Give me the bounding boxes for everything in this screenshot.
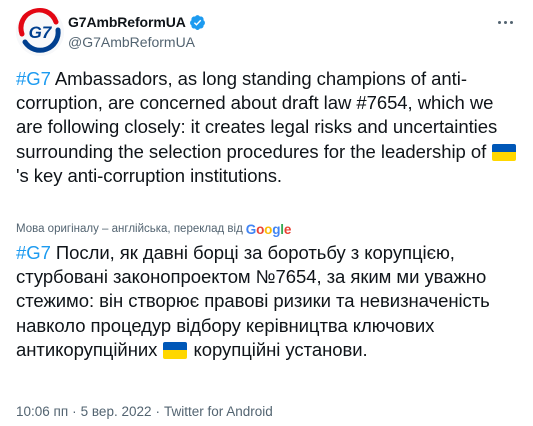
separator: ·	[155, 404, 161, 419]
display-name[interactable]: G7AmbReformUA	[68, 14, 186, 30]
more-options-button[interactable]	[495, 12, 515, 32]
google-letter-e: e	[283, 221, 292, 237]
separator: ·	[72, 404, 77, 419]
avatar[interactable]: G7	[16, 8, 64, 56]
tweet-time[interactable]: 10:06 пп	[16, 404, 68, 419]
more-dot-icon	[503, 20, 507, 24]
translated-text-part: корупційні установи.	[188, 338, 368, 360]
tweet-source[interactable]: Twitter for Android	[164, 404, 273, 419]
google-letter-o1: o	[256, 221, 265, 237]
tweet-header: G7 G7AmbReformUA @G7AmbReformUA	[16, 8, 517, 56]
tweet-date[interactable]: 5 вер. 2022	[81, 404, 152, 419]
google-letter-o2: o	[264, 221, 273, 237]
ukraine-flag-icon	[163, 341, 188, 359]
hashtag-link[interactable]: #G7	[16, 242, 51, 263]
author-names: G7AmbReformUA @G7AmbReformUA	[68, 13, 206, 50]
tweet-text-original: #G7 Ambassadors, as long standing champi…	[16, 67, 521, 188]
ukraine-flag-icon	[492, 143, 517, 161]
translation-label[interactable]: Мова оригіналу – англійська, переклад ві…	[16, 223, 243, 235]
google-letter-g: G	[245, 221, 257, 237]
handle[interactable]: @G7AmbReformUA	[68, 34, 206, 50]
original-text-part: Ambassadors, as long standing champions …	[16, 68, 498, 162]
translation-attribution: Мова оригіналу – англійська, переклад ві…	[16, 221, 291, 237]
hashtag-link[interactable]: #G7	[16, 68, 51, 89]
more-dot-icon	[509, 20, 513, 24]
tweet-text-translated: #G7 Посли, як давні борці за боротьбу з …	[16, 241, 521, 362]
tweet-meta: 10:06 пп · 5 вер. 2022 · Twitter for Android	[16, 404, 273, 419]
original-text-part: 's key anti-corruption institutions.	[16, 164, 282, 186]
more-dot-icon	[497, 20, 501, 24]
tweet-card: G7 G7AmbReformUA @G7AmbReformUA #G7 Amba…	[0, 0, 533, 426]
verified-badge-icon	[189, 14, 205, 30]
google-logo: Google	[245, 221, 292, 237]
g7-logo-icon: G7	[16, 8, 64, 56]
display-name-row: G7AmbReformUA	[68, 13, 206, 31]
avatar-text: G7	[29, 23, 53, 42]
